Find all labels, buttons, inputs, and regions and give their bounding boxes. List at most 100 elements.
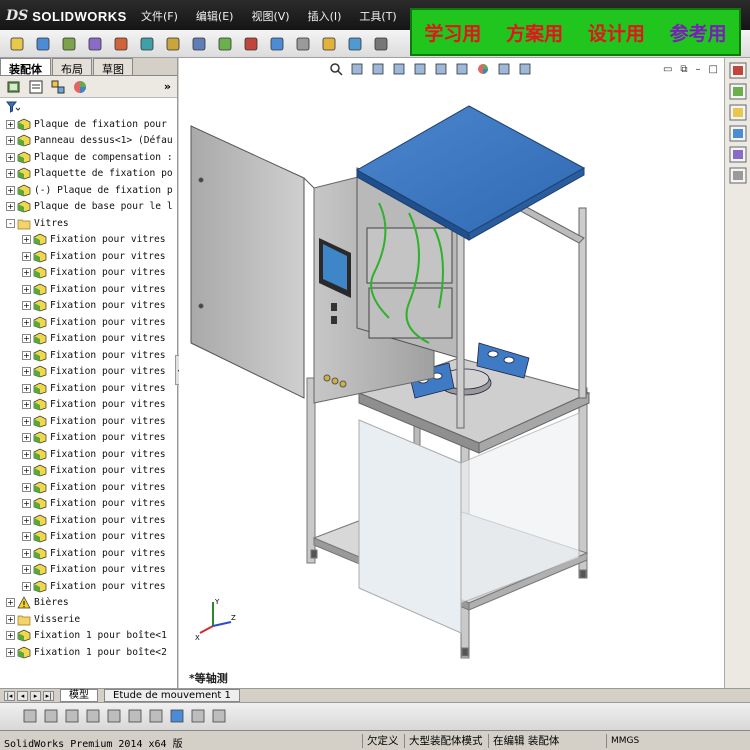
tree-item[interactable]: + Fixation pour vitres: [0, 265, 177, 282]
tree-item[interactable]: + Fixation pour vitres: [0, 496, 177, 513]
expand-node-icon[interactable]: +: [22, 334, 31, 344]
appearances-icon[interactable]: [729, 146, 747, 163]
smart-fastener-icon[interactable]: [266, 34, 288, 53]
exploded-view-icon[interactable]: [318, 34, 340, 53]
solidworks-resources-icon[interactable]: [729, 62, 747, 79]
prev-tab-icon[interactable]: ◂: [17, 690, 28, 701]
move-component-icon[interactable]: [292, 34, 314, 53]
expand-node-icon[interactable]: +: [22, 251, 31, 261]
save-icon[interactable]: [58, 34, 80, 53]
tree-item[interactable]: + Fixation pour vitres: [0, 364, 177, 381]
tree-item[interactable]: + Fixation pour vitres: [0, 347, 177, 364]
expand-node-icon[interactable]: +: [6, 598, 15, 608]
expand-node-icon[interactable]: +: [22, 499, 31, 509]
menu-item-4[interactable]: 工具(T): [350, 8, 405, 24]
expand-node-icon[interactable]: +: [6, 631, 15, 641]
expand-node-icon[interactable]: +: [6, 185, 15, 195]
assembly-model[interactable]: [179, 58, 724, 688]
tab-sketch[interactable]: 草图: [93, 58, 133, 76]
tree-item[interactable]: + Plaque de fixation pour: [0, 116, 177, 133]
tab-assembly[interactable]: 装配体: [0, 58, 51, 76]
tree-item[interactable]: - Vitres: [0, 215, 177, 232]
tree-item[interactable]: + Fixation pour vitres: [0, 430, 177, 447]
expand-node-icon[interactable]: +: [22, 466, 31, 476]
tree-item[interactable]: + Fixation pour vitres: [0, 479, 177, 496]
print-icon[interactable]: [84, 34, 106, 53]
tree-item[interactable]: + Plaquette de fixation po: [0, 166, 177, 183]
tree-item[interactable]: + Fixation pour vitres: [0, 529, 177, 546]
new-icon[interactable]: [6, 34, 28, 53]
sheet-icon[interactable]: [211, 708, 227, 724]
expand-node-icon[interactable]: +: [22, 350, 31, 360]
rebuild-icon[interactable]: [162, 34, 184, 53]
reference-geometry-icon[interactable]: [344, 34, 366, 53]
tree-item[interactable]: + Fixation pour vitres: [0, 397, 177, 414]
tab-layout[interactable]: 布局: [52, 58, 92, 76]
display-manager-icon[interactable]: [72, 79, 88, 95]
tree-item[interactable]: + Fixation pour vitres: [0, 314, 177, 331]
mate-icon[interactable]: [240, 34, 262, 53]
expand-node-icon[interactable]: +: [6, 614, 15, 624]
dimension-icon[interactable]: [127, 708, 143, 724]
tab-model[interactable]: 模型: [60, 689, 98, 702]
tree-item[interactable]: + Fixation pour vitres: [0, 298, 177, 315]
expand-node-icon[interactable]: +: [6, 202, 15, 212]
tree-item[interactable]: + Fixation 1 pour boîte<2: [0, 644, 177, 661]
tree-item[interactable]: + Visserie: [0, 611, 177, 628]
configuration-manager-icon[interactable]: [50, 79, 66, 95]
tree-item[interactable]: + Fixation pour vitres: [0, 446, 177, 463]
tree-item[interactable]: + Fixation pour vitres: [0, 545, 177, 562]
tree-item[interactable]: + Fixation pour vitres: [0, 281, 177, 298]
expand-node-icon[interactable]: +: [22, 317, 31, 327]
expand-node-icon[interactable]: +: [22, 367, 31, 377]
expand-node-icon[interactable]: +: [22, 301, 31, 311]
expand-node-icon[interactable]: +: [22, 416, 31, 426]
property-manager-icon[interactable]: [28, 79, 44, 95]
tree-item[interactable]: + Panneau dessus<1> (Défau: [0, 133, 177, 150]
expand-node-icon[interactable]: +: [22, 548, 31, 558]
menu-item-2[interactable]: 视图(V): [242, 8, 298, 24]
table-icon[interactable]: [190, 708, 206, 724]
expand-node-icon[interactable]: +: [22, 565, 31, 575]
tree-item[interactable]: + Fixation pour vitres: [0, 331, 177, 348]
shaded-icon[interactable]: [64, 708, 80, 724]
tree-item[interactable]: + (-) Plaque de fixation p: [0, 182, 177, 199]
expand-node-icon[interactable]: +: [22, 515, 31, 525]
tree-item[interactable]: + Fixation 1 pour boîte<1: [0, 628, 177, 645]
expand-node-icon[interactable]: +: [22, 433, 31, 443]
expand-node-icon[interactable]: +: [6, 136, 15, 146]
graphics-area[interactable]: ▭ ⧉ – □ Y Z X *等轴测: [179, 58, 724, 688]
options-icon[interactable]: [188, 34, 210, 53]
tree-item[interactable]: + Bières: [0, 595, 177, 612]
tree-item[interactable]: + Fixation pour vitres: [0, 463, 177, 480]
expand-node-icon[interactable]: +: [22, 268, 31, 278]
expand-node-icon[interactable]: +: [22, 235, 31, 245]
expand-node-icon[interactable]: +: [22, 383, 31, 393]
expand-node-icon[interactable]: +: [22, 532, 31, 542]
view-palette-icon[interactable]: [729, 125, 747, 142]
tree-item[interactable]: + Fixation pour vitres: [0, 512, 177, 529]
expand-node-icon[interactable]: +: [6, 152, 15, 162]
menu-item-3[interactable]: 插入(I): [299, 8, 351, 24]
tab-motion-study[interactable]: Etude de mouvement 1: [104, 689, 240, 702]
expand-node-icon[interactable]: +: [22, 284, 31, 294]
expand-node-icon[interactable]: +: [6, 647, 15, 657]
menu-item-0[interactable]: 文件(F): [132, 8, 187, 24]
expand-node-icon[interactable]: +: [22, 400, 31, 410]
wireframe-icon[interactable]: [43, 708, 59, 724]
collapse-panel-icon[interactable]: »: [164, 80, 171, 93]
select-icon[interactable]: [136, 34, 158, 53]
design-library-icon[interactable]: [729, 83, 747, 100]
cube-view-icon[interactable]: [169, 708, 185, 724]
last-tab-icon[interactable]: ▸|: [43, 690, 54, 701]
first-tab-icon[interactable]: |◂: [4, 690, 15, 701]
insert-component-icon[interactable]: [214, 34, 236, 53]
grid-icon[interactable]: [106, 708, 122, 724]
expand-node-icon[interactable]: +: [22, 482, 31, 492]
tree-item[interactable]: + Fixation pour vitres: [0, 380, 177, 397]
open-icon[interactable]: [32, 34, 54, 53]
tree-item[interactable]: + Plaque de base pour le l: [0, 199, 177, 216]
hidden-lines-icon[interactable]: [22, 708, 38, 724]
section-icon[interactable]: [85, 708, 101, 724]
menu-item-1[interactable]: 编辑(E): [187, 8, 243, 24]
